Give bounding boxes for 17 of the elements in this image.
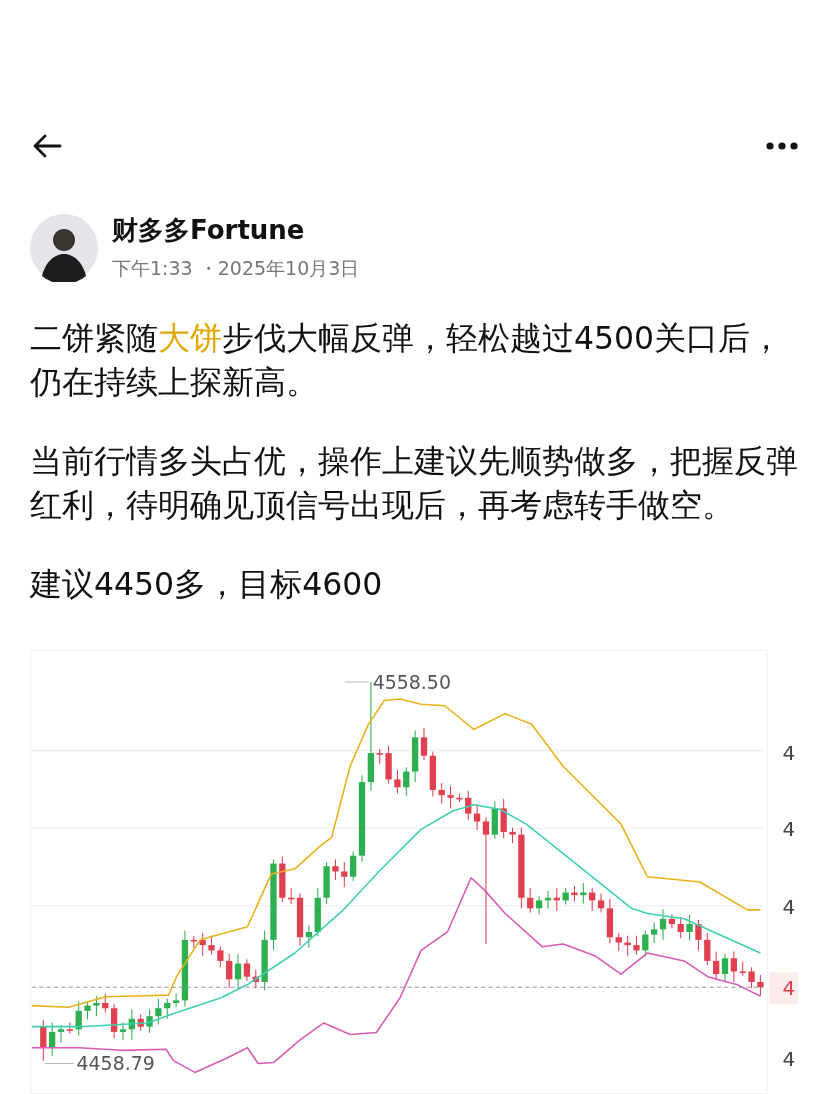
post-paragraph: 建议4450多，目标4600 bbox=[30, 565, 384, 604]
author-name[interactable]: 财多多Fortune bbox=[112, 213, 360, 248]
post-time: 下午1:33 ・2025年10月3日 bbox=[112, 256, 360, 281]
more-icon[interactable] bbox=[766, 142, 798, 150]
leader-line bbox=[344, 681, 370, 683]
axis-label: 4 bbox=[782, 817, 796, 842]
post-paragraph: 当前行情多头占优，操作上建议先顺势做多，把握反弹红利，待明确见顶信号出现后，再考虑转手做空。 bbox=[30, 442, 798, 525]
axis-label: 4 bbox=[782, 894, 796, 919]
axis-label: 4 bbox=[782, 740, 796, 765]
axis-label: 4 bbox=[782, 1047, 796, 1072]
high-price-label: 4558.50 bbox=[372, 670, 451, 693]
leader-line bbox=[44, 1062, 75, 1064]
post-paragraph: 二饼紧随大饼步伐大幅反弹，轻松越过4500关口后，仍在持续上探新高。 bbox=[30, 319, 784, 402]
avatar[interactable] bbox=[30, 213, 98, 282]
axis-label: 4 bbox=[782, 976, 796, 1001]
low-price-label: 4458.79 bbox=[76, 1052, 155, 1075]
back-icon[interactable] bbox=[32, 134, 62, 158]
